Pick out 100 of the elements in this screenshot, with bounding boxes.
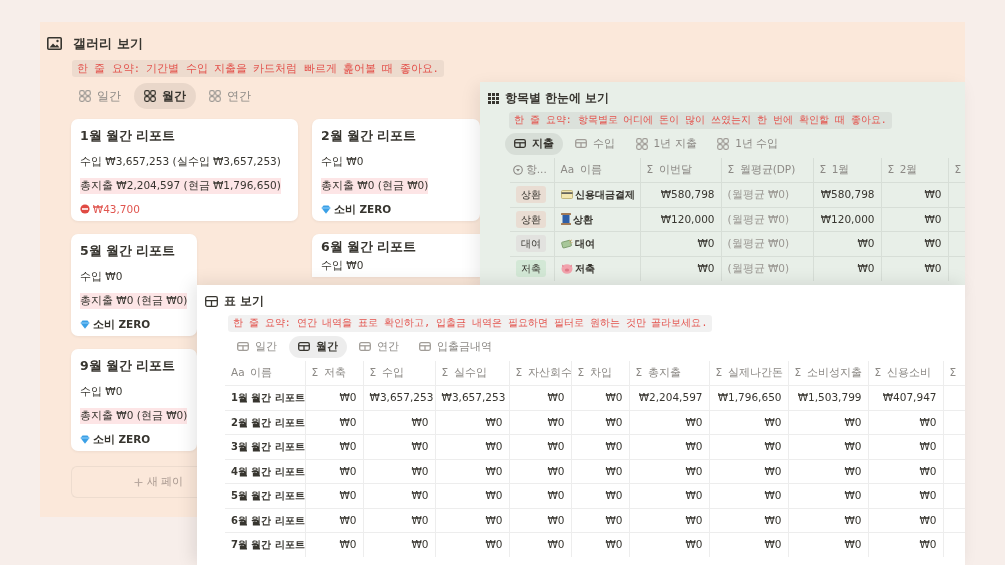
image-icon: [47, 37, 62, 51]
table-cell: ₩0: [411, 538, 429, 551]
row-title: 4월 월간 리포트: [231, 465, 305, 477]
table-icon: [514, 139, 526, 149]
table-cell: (월평균 ₩0): [727, 212, 790, 225]
category-tag: 상환: [516, 186, 546, 204]
property-type-icon: Σ: [819, 162, 827, 178]
item-name: 신용대금결제: [575, 188, 636, 203]
property-type-icon: Σ: [715, 365, 723, 381]
row-title: 3월 월간 리포트: [231, 441, 305, 453]
card-title: 2월 월간 리포트: [321, 128, 417, 144]
table-cell: ₩0: [339, 489, 357, 502]
table-cell: (월평균 ₩0): [727, 188, 790, 201]
pig-icon: [560, 263, 573, 275]
row-title: 6월 월간 리포트: [231, 514, 305, 526]
column-header: 실제나간돈: [727, 365, 783, 381]
section-title: 항목별 한눈에 보기: [504, 90, 609, 107]
card-line: 수입 ₩0: [321, 259, 364, 273]
view-tab[interactable]: 일간: [69, 83, 131, 110]
table-cell: ₩0: [547, 415, 565, 428]
table-cell: ₩0: [844, 464, 862, 477]
table-cell: ₩0: [485, 489, 503, 502]
view-tab[interactable]: 연간: [349, 335, 408, 358]
table-cell: ₩0: [919, 464, 937, 477]
table-cell: ₩0: [685, 440, 703, 453]
table-cell: ₩0: [685, 513, 703, 526]
property-type-icon: Σ: [954, 162, 962, 178]
table-cell: ₩3,657,253: [369, 391, 434, 404]
view-tab[interactable]: 일간: [228, 335, 286, 358]
card-line: 소비 ZERO: [333, 201, 392, 217]
row-title: 5월 월간 리포트: [231, 490, 305, 502]
column-header: 수입: [381, 365, 404, 381]
property-type-icon: Σ: [311, 365, 319, 381]
grid-icon: [635, 137, 648, 150]
property-type-icon: Σ: [577, 365, 585, 381]
table-cell: ₩0: [924, 188, 942, 201]
table-icon: [358, 342, 371, 352]
table-icon: [205, 296, 218, 308]
column-header: 이름: [579, 162, 602, 178]
property-type-icon: Σ: [369, 365, 377, 381]
item-name: 대여: [575, 237, 596, 252]
table-cell: ₩0: [924, 261, 942, 274]
view-tab[interactable]: 연간: [198, 83, 261, 110]
summary-note: 한 줄 요약: 기간별 수입 지출을 카드처럼 빠르게 훑어볼 때 좋아요.: [72, 59, 444, 78]
table-cell: ₩580,798: [820, 188, 875, 201]
table-cell: ₩0: [547, 513, 565, 526]
property-type-icon: Σ: [874, 365, 882, 381]
table-cell: ₩0: [685, 464, 703, 477]
table-cell: ₩0: [411, 440, 429, 453]
table-cell: ₩0: [685, 538, 703, 551]
table-cell: ₩0: [685, 489, 703, 502]
view-tab[interactable]: 입출금내역: [410, 335, 502, 358]
table-cell: ₩3,657,253: [441, 391, 506, 404]
view-tab[interactable]: 1년 지출: [626, 132, 706, 155]
table-cell: ₩0: [605, 489, 623, 502]
column-header: 실수입: [453, 365, 487, 381]
property-type-icon: Aa: [231, 365, 245, 381]
property-type-icon: Σ: [727, 162, 735, 178]
table-cell: ₩0: [339, 415, 357, 428]
table-cell: ₩0: [924, 212, 942, 225]
table-icon: [237, 342, 249, 352]
card-line: 소비 ZERO: [92, 316, 151, 332]
view-tab[interactable]: 수입: [565, 132, 624, 155]
property-type-icon: Σ: [646, 162, 654, 178]
table-cell: ₩0: [919, 538, 937, 551]
view-tab[interactable]: 1년 수입: [708, 132, 788, 155]
card-title: 1월 월간 리포트: [80, 128, 176, 144]
table-icon: [297, 342, 310, 352]
report-card[interactable]: 9월 월간 리포트 수입 ₩0 총지출 ₩0 (현금 ₩0) 소비 ZERO: [71, 349, 197, 452]
row-title: 1월 월간 리포트: [231, 392, 305, 404]
diamond-icon: [321, 204, 331, 214]
grid-icon: [717, 137, 730, 150]
table-cell: ₩0: [605, 538, 623, 551]
table-cell: ₩0: [547, 538, 565, 551]
table-cell: ₩0: [339, 538, 357, 551]
property-type-icon: Σ: [515, 365, 523, 381]
report-card[interactable]: 2월 월간 리포트 수입 ₩0 총지출 ₩0 (현금 ₩0) 소비 ZERO: [312, 119, 480, 222]
view-tab[interactable]: 월간: [133, 83, 196, 110]
property-type-icon: Σ: [949, 365, 957, 381]
table-cell: ₩0: [339, 391, 357, 404]
report-card[interactable]: 5월 월간 리포트 수입 ₩0 총지출 ₩0 (현금 ₩0) 소비 ZERO: [71, 234, 197, 337]
property-type-icon: Σ: [441, 365, 449, 381]
table-cell: ₩120,000: [820, 212, 875, 225]
table-cell: ₩2,204,597: [638, 391, 703, 404]
table-cell: ₩0: [485, 513, 503, 526]
table-cell: ₩1,503,799: [797, 391, 862, 404]
table-cell: ₩0: [411, 415, 429, 428]
view-tab[interactable]: 월간: [288, 335, 347, 358]
table-cell: ₩0: [485, 440, 503, 453]
report-card[interactable]: 6월 월간 리포트 수입 ₩0: [312, 234, 480, 278]
card-line: 수입 ₩0: [321, 154, 364, 169]
view-tab[interactable]: 지출: [505, 132, 563, 155]
row-title: 2월 월간 리포트: [231, 416, 305, 428]
column-header: 소비성지출: [806, 365, 862, 381]
table-cell: ₩0: [764, 538, 782, 551]
grid-icon: [143, 90, 156, 103]
table-cell: ₩0: [844, 415, 862, 428]
report-card[interactable]: 1월 월간 리포트 수입 ₩3,657,253 (실수입 ₩3,657,253) 총지출 ₩2,204,597 (현금 ₩1,796,650) ₩43,700: [71, 119, 298, 222]
select-icon: [513, 164, 523, 175]
spool-icon: [560, 213, 571, 226]
